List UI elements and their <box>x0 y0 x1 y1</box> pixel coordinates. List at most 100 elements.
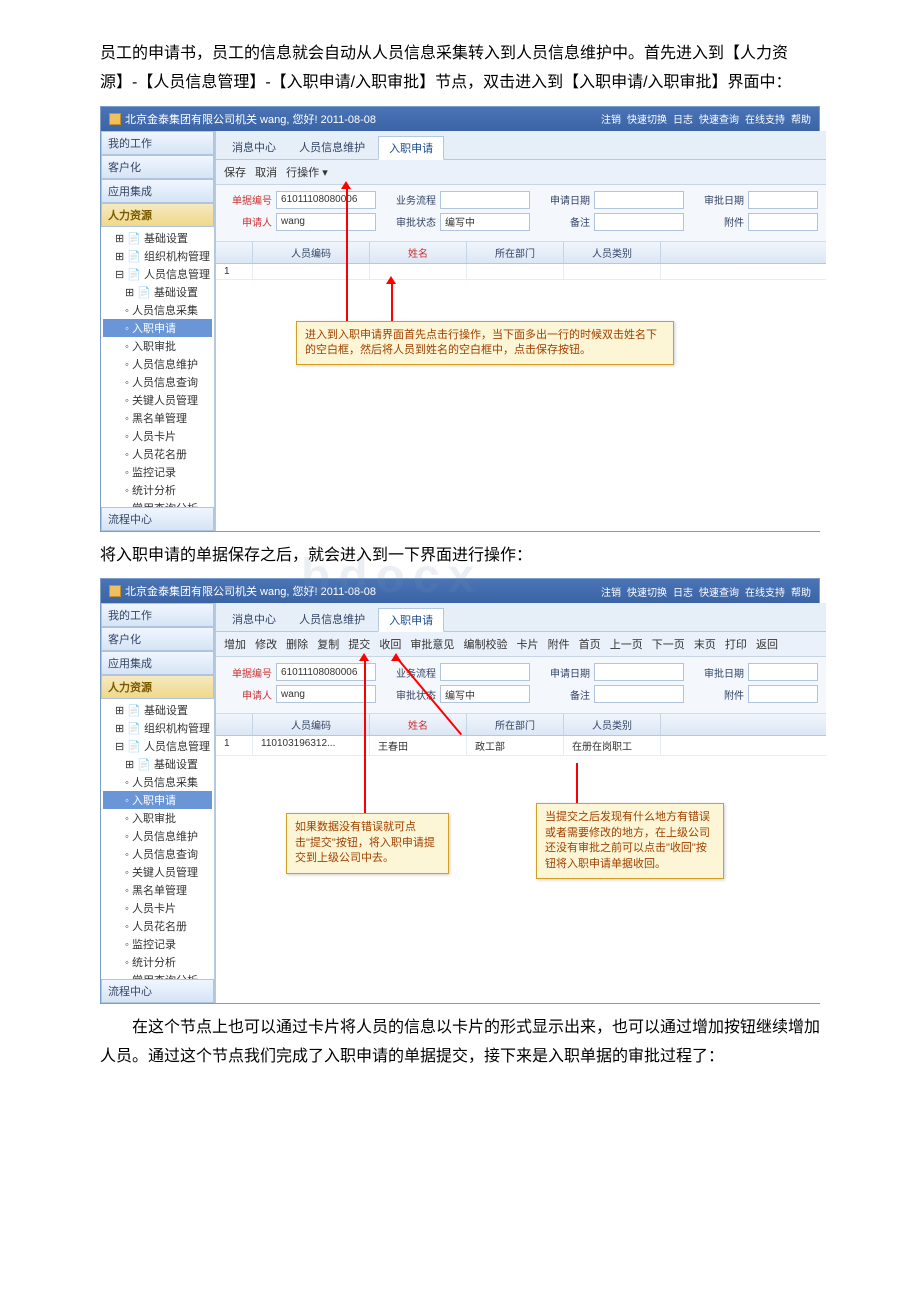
field-sqrq[interactable] <box>594 663 684 681</box>
btn-check[interactable]: 编制校验 <box>463 639 507 651</box>
link-log[interactable]: 日志 <box>673 584 693 599</box>
link-logout[interactable]: 注销 <box>601 111 621 126</box>
tree-ruzhi-sp[interactable]: ◦ 入职审批 <box>103 809 212 827</box>
tree-guanjian[interactable]: ◦ 关键人员管理 <box>103 391 212 409</box>
btn-delete[interactable]: 删除 <box>286 639 308 651</box>
btn-prev[interactable]: 上一页 <box>610 639 643 651</box>
sidebar-liucheng[interactable]: 流程中心 <box>101 507 214 531</box>
col-leibie[interactable]: 人员类别 <box>564 242 661 263</box>
tree-ruzhi-sp[interactable]: ◦ 入职审批 <box>103 337 212 355</box>
sidebar-kehuhua[interactable]: 客户化 <box>101 627 214 651</box>
col-bianma[interactable]: 人员编码 <box>253 242 370 263</box>
link-switch[interactable]: 快速切换 <box>627 111 667 126</box>
btn-return[interactable]: 返回 <box>756 639 778 651</box>
tree-weihu[interactable]: ◦ 人员信息维护 <box>103 827 212 845</box>
tree-tongji[interactable]: ◦ 统计分析 <box>103 481 212 499</box>
field-beizhu[interactable] <box>594 685 684 703</box>
field-sprq[interactable] <box>748 191 818 209</box>
link-log[interactable]: 日志 <box>673 111 693 126</box>
btn-print[interactable]: 打印 <box>725 639 747 651</box>
tab-weihu[interactable]: 人员信息维护 <box>289 136 375 158</box>
tab-weihu[interactable]: 人员信息维护 <box>289 608 375 630</box>
btn-recall[interactable]: 收回 <box>379 639 401 651</box>
sidebar-renli[interactable]: 人力资源 <box>101 203 214 227</box>
tree-jichu[interactable]: ⊞ 📄 基础设置 <box>103 701 212 719</box>
tree-changyong[interactable]: ◦ 常用查询分析 <box>103 971 212 979</box>
tree-zuzhi[interactable]: ⊞ 📄 组织机构管理 <box>103 247 212 265</box>
btn-next[interactable]: 下一页 <box>652 639 685 651</box>
btn-save[interactable]: 保存 <box>224 167 246 179</box>
tree-guanjian[interactable]: ◦ 关键人员管理 <box>103 863 212 881</box>
tree-caiji[interactable]: ◦ 人员信息采集 <box>103 773 212 791</box>
field-spzt[interactable]: 编写中 <box>440 685 530 703</box>
field-yewu[interactable] <box>440 663 530 681</box>
link-query[interactable]: 快速查询 <box>699 584 739 599</box>
tree-jichu2[interactable]: ⊞ 📄 基础设置 <box>103 755 212 773</box>
sidebar-kehuhua[interactable]: 客户化 <box>101 155 214 179</box>
tree-renyuan[interactable]: ⊟ 📄 人员信息管理 <box>103 265 212 283</box>
col-leibie[interactable]: 人员类别 <box>564 714 661 735</box>
btn-opinion[interactable]: 审批意见 <box>410 639 454 651</box>
field-yewu[interactable] <box>440 191 530 209</box>
field-danju[interactable]: 61011108080006 <box>276 663 376 681</box>
tree-caiji[interactable]: ◦ 人员信息采集 <box>103 301 212 319</box>
link-help[interactable]: 帮助 <box>791 111 811 126</box>
tree-huaming[interactable]: ◦ 人员花名册 <box>103 445 212 463</box>
tree-chaxun[interactable]: ◦ 人员信息查询 <box>103 845 212 863</box>
field-sqrq[interactable] <box>594 191 684 209</box>
field-fujian[interactable] <box>748 685 818 703</box>
btn-attach[interactable]: 附件 <box>548 639 570 651</box>
btn-submit[interactable]: 提交 <box>348 639 370 651</box>
tree-jichu[interactable]: ⊞ 📄 基础设置 <box>103 229 212 247</box>
tree-jiankong[interactable]: ◦ 监控记录 <box>103 463 212 481</box>
btn-copy[interactable]: 复制 <box>317 639 339 651</box>
field-spzt[interactable]: 编写中 <box>440 213 530 231</box>
sidebar-liucheng[interactable]: 流程中心 <box>101 979 214 1003</box>
col-bianma[interactable]: 人员编码 <box>253 714 370 735</box>
sidebar-renli[interactable]: 人力资源 <box>101 675 214 699</box>
col-xingming[interactable]: 姓名 <box>370 242 467 263</box>
sidebar-yingyong[interactable]: 应用集成 <box>101 651 214 675</box>
tree-tongji[interactable]: ◦ 统计分析 <box>103 953 212 971</box>
col-bumen[interactable]: 所在部门 <box>467 714 564 735</box>
sidebar-yingyong[interactable]: 应用集成 <box>101 179 214 203</box>
link-support[interactable]: 在线支持 <box>745 111 785 126</box>
tab-xiaoxi[interactable]: 消息中心 <box>222 608 286 630</box>
field-sqr[interactable]: wang <box>276 685 376 703</box>
btn-add[interactable]: 增加 <box>224 639 246 651</box>
sidebar-mywork[interactable]: 我的工作 <box>101 603 214 627</box>
tree-weihu[interactable]: ◦ 人员信息维护 <box>103 355 212 373</box>
tree-heiming[interactable]: ◦ 黑名单管理 <box>103 409 212 427</box>
btn-cancel[interactable]: 取消 <box>255 167 277 179</box>
tree-kapian[interactable]: ◦ 人员卡片 <box>103 427 212 445</box>
link-query[interactable]: 快速查询 <box>699 111 739 126</box>
field-sqr[interactable]: wang <box>276 213 376 231</box>
btn-card[interactable]: 卡片 <box>517 639 539 651</box>
btn-edit[interactable]: 修改 <box>255 639 277 651</box>
tab-ruzhi[interactable]: 入职申请 <box>378 136 444 160</box>
col-bumen[interactable]: 所在部门 <box>467 242 564 263</box>
tab-ruzhi[interactable]: 入职申请 <box>378 608 444 632</box>
tree-huaming[interactable]: ◦ 人员花名册 <box>103 917 212 935</box>
tab-xiaoxi[interactable]: 消息中心 <box>222 136 286 158</box>
field-beizhu[interactable] <box>594 213 684 231</box>
link-logout[interactable]: 注销 <box>601 584 621 599</box>
link-switch[interactable]: 快速切换 <box>627 584 667 599</box>
tree-ruzhi-sq[interactable]: ◦ 入职申请 <box>103 319 212 337</box>
tree-ruzhi-sq[interactable]: ◦ 入职申请 <box>103 791 212 809</box>
tree-heiming[interactable]: ◦ 黑名单管理 <box>103 881 212 899</box>
link-support[interactable]: 在线支持 <box>745 584 785 599</box>
btn-rowop[interactable]: 行操作 ▾ <box>286 167 328 179</box>
tree-renyuan[interactable]: ⊟ 📄 人员信息管理 <box>103 737 212 755</box>
field-fujian[interactable] <box>748 213 818 231</box>
sidebar-mywork[interactable]: 我的工作 <box>101 131 214 155</box>
link-help[interactable]: 帮助 <box>791 584 811 599</box>
grid-row[interactable]: 1 <box>216 264 826 280</box>
btn-last[interactable]: 末页 <box>694 639 716 651</box>
tree-jiankong[interactable]: ◦ 监控记录 <box>103 935 212 953</box>
field-sprq[interactable] <box>748 663 818 681</box>
tree-changyong[interactable]: ◦ 常用查询分析 <box>103 499 212 507</box>
tree-jichu2[interactable]: ⊞ 📄 基础设置 <box>103 283 212 301</box>
tree-zuzhi[interactable]: ⊞ 📄 组织机构管理 <box>103 719 212 737</box>
field-danju[interactable]: 61011108080006 <box>276 191 376 209</box>
